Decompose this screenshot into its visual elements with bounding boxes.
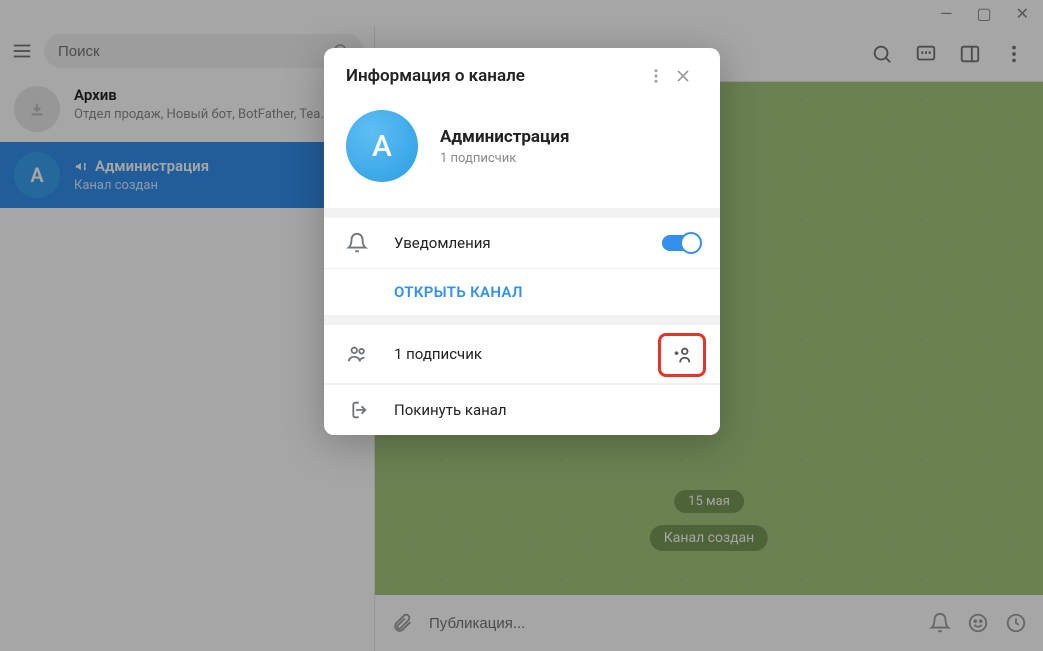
- channel-info-modal: Информация о канале А Администрация 1 по…: [324, 48, 720, 435]
- leave-channel-label: Покинуть канал: [394, 401, 700, 419]
- channel-subscribers-count: 1 подписчик: [440, 151, 570, 166]
- open-channel-label: Открыть канал: [344, 283, 700, 301]
- modal-close-button[interactable]: [666, 66, 700, 86]
- message-composer[interactable]: [375, 595, 1043, 651]
- window-titlebar: — ▢ ✕: [0, 0, 1043, 26]
- archive-title: Архив: [74, 86, 329, 104]
- megaphone-icon: [74, 159, 89, 174]
- leave-icon: [344, 399, 370, 421]
- archive-subtitle: Отдел продаж, Новый бот, BotFather, Tea…: [74, 107, 329, 122]
- add-member-button[interactable]: [658, 333, 706, 377]
- emoji-icon[interactable]: [967, 612, 989, 634]
- archive-icon: [14, 86, 60, 132]
- chat-title-text: Администрация: [95, 157, 209, 175]
- open-channel-row[interactable]: Открыть канал: [324, 269, 720, 315]
- chat-subtitle: Канал создан: [74, 178, 328, 193]
- people-icon: [344, 343, 370, 365]
- bell-silent-icon[interactable]: [929, 612, 951, 634]
- subscribers-label: 1 подписчик: [394, 345, 700, 363]
- subscribers-row[interactable]: 1 подписчик: [324, 325, 720, 384]
- search-input[interactable]: [44, 34, 364, 68]
- window-close-button[interactable]: ✕: [1016, 4, 1029, 23]
- add-person-icon: [671, 344, 693, 366]
- comments-icon[interactable]: [915, 43, 937, 65]
- schedule-icon[interactable]: [1005, 612, 1027, 634]
- bell-icon: [344, 232, 370, 254]
- notifications-row[interactable]: Уведомления: [324, 218, 720, 269]
- notifications-label: Уведомления: [394, 234, 638, 252]
- archive-row[interactable]: Архив Отдел продаж, Новый бот, BotFather…: [0, 76, 374, 142]
- channel-name: Администрация: [440, 127, 570, 147]
- minimize-button[interactable]: —: [940, 4, 953, 23]
- modal-more-button[interactable]: [646, 67, 666, 85]
- date-separator: 15 мая: [674, 490, 744, 513]
- more-icon[interactable]: [1003, 43, 1025, 65]
- sidepanel-icon[interactable]: [959, 43, 981, 65]
- composer-input[interactable]: [429, 615, 913, 632]
- maximize-button[interactable]: ▢: [976, 4, 991, 23]
- leave-channel-row[interactable]: Покинуть канал: [324, 385, 720, 435]
- chat-avatar: А: [14, 152, 60, 198]
- search-field[interactable]: [58, 43, 322, 60]
- sidebar: Архив Отдел продаж, Новый бот, BotFather…: [0, 26, 375, 651]
- service-message: Канал создан: [650, 525, 768, 551]
- attach-icon[interactable]: [391, 612, 413, 634]
- search-icon[interactable]: [871, 43, 893, 65]
- channel-avatar: А: [346, 110, 418, 182]
- notifications-toggle[interactable]: [662, 235, 700, 251]
- chat-list-item-active[interactable]: А Администрация Канал создан: [0, 142, 374, 208]
- modal-title: Информация о канале: [346, 66, 646, 86]
- menu-button[interactable]: [10, 39, 34, 63]
